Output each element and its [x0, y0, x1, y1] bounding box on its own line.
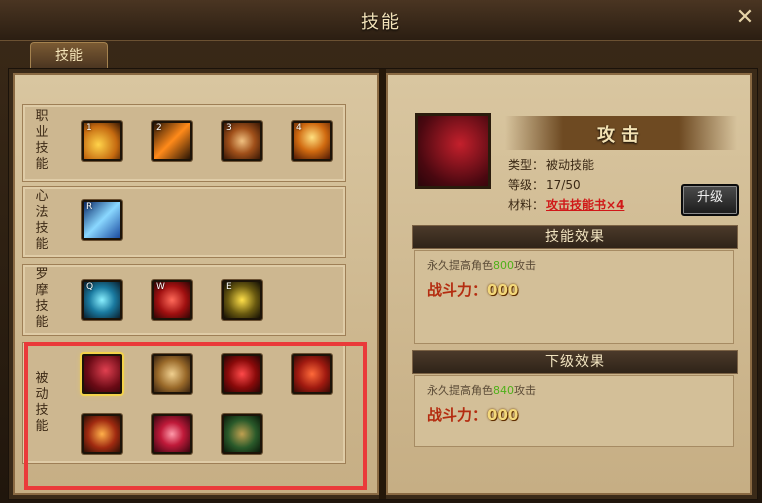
skill-window: 技能 ✕ 技能 职业技能 1 2 3 4 心法技能 R 罗摩技能 Q W E 被… — [0, 0, 762, 503]
career-skill-1-icon[interactable]: 1 — [82, 121, 122, 161]
current-effect-desc: 永久提高角色800攻击 — [427, 259, 536, 272]
upgrade-button[interactable]: 升级 — [681, 184, 739, 216]
next-effect-desc: 永久提高角色840攻击 — [427, 384, 536, 397]
selected-skill-icon — [415, 113, 491, 189]
luomo-skill-label: 罗摩技能 — [35, 267, 49, 330]
current-effect-box: 永久提高角色800攻击 战斗力：000 — [414, 250, 734, 344]
career-skill-4-icon[interactable]: 4 — [292, 121, 332, 161]
close-icon[interactable]: ✕ — [734, 6, 756, 30]
current-power: 战斗力：000 — [427, 281, 519, 299]
skill-material-row: 材料： 攻击技能书×4 — [508, 198, 625, 212]
tab-skills[interactable]: 技能 — [30, 42, 108, 69]
material-link[interactable]: 攻击技能书×4 — [546, 198, 624, 212]
career-skill-2-icon[interactable]: 2 — [152, 121, 192, 161]
title-bar: 技能 ✕ — [0, 0, 762, 41]
mind-skill-section: 心法技能 — [22, 186, 346, 258]
selected-skill-name: 攻击 — [597, 125, 645, 146]
next-effect-header: 下级效果 — [412, 350, 738, 374]
skill-level-row: 等级： 17/50 — [508, 178, 581, 192]
window-title: 技能 — [361, 12, 401, 33]
mind-skill-label: 心法技能 — [35, 189, 49, 252]
luomo-skill-q-icon[interactable]: Q — [82, 280, 122, 320]
next-power: 战斗力：000 — [427, 406, 519, 424]
career-skill-label: 职业技能 — [35, 109, 49, 172]
luomo-skill-e-icon[interactable]: E — [222, 280, 262, 320]
next-effect-box: 永久提高角色840攻击 战斗力：000 — [414, 375, 734, 447]
luomo-skill-w-icon[interactable]: W — [152, 280, 192, 320]
passive-highlight-frame — [24, 342, 367, 490]
career-skill-3-icon[interactable]: 3 — [222, 121, 262, 161]
book-spine — [379, 69, 386, 499]
mind-skill-r-icon[interactable]: R — [82, 200, 122, 240]
skill-type-row: 类型： 被动技能 — [508, 158, 595, 172]
current-effect-header: 技能效果 — [412, 225, 738, 249]
